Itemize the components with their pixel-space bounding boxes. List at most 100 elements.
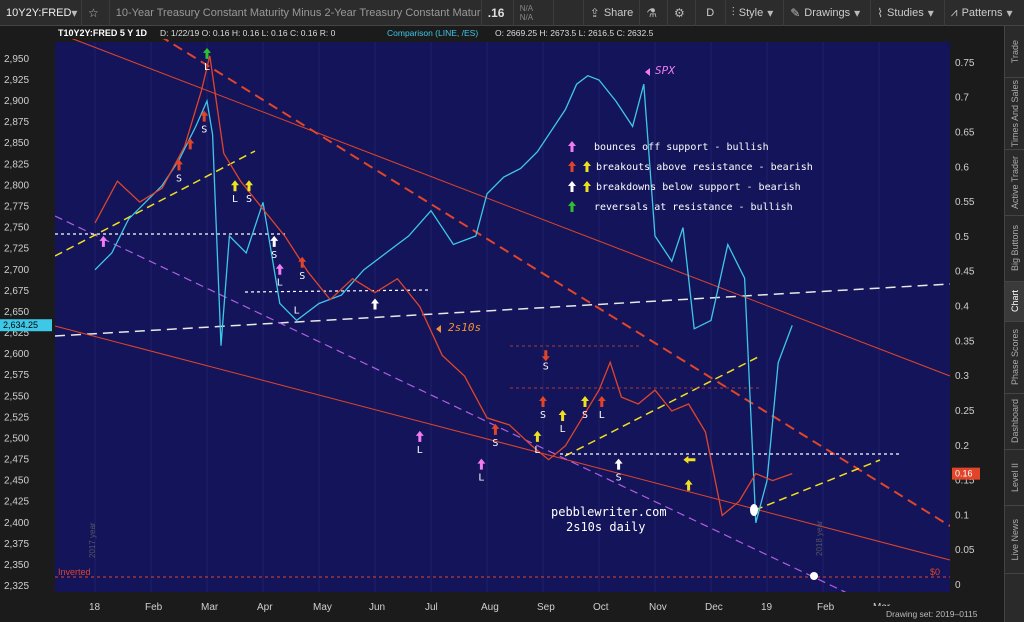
sidebar-tab-label: Times And Sales [1010,79,1020,148]
signal-letter: S [201,125,207,136]
left-tick-label: 2,400 [4,518,29,529]
header-comp-ohlc: O: 2669.25 H: 2673.5 L: 2616.5 C: 2632.5 [495,28,654,38]
signal-letter: S [492,438,498,449]
legend-label: reversals at resistance - bullish [594,202,793,213]
header-ohlc: D: 1/22/19 O: 0.16 H: 0.16 L: 0.16 C: 0.… [160,28,336,38]
subtitle-label: 2s10s daily [566,520,645,534]
spx-current-value: 2,634.25 [3,320,38,330]
share-button[interactable]: ⇪ Share [584,0,641,26]
sidebar-tab[interactable]: Big Buttons [1005,216,1024,282]
left-tick-label: 2,850 [4,138,29,149]
signal-letter: L [232,194,238,205]
sidebar-tab[interactable]: Times And Sales [1005,78,1024,150]
x-tick-label: Sep [537,602,555,613]
star-icon: ☆ [88,5,99,20]
right-tick-label: 0.7 [955,93,969,104]
left-tick-label: 2,700 [4,265,29,276]
left-tick-label: 2,350 [4,560,29,571]
period-button[interactable]: D [696,0,726,26]
left-tick-label: 2,475 [4,455,29,466]
sidebar-tab[interactable]: Chart [1005,282,1024,322]
low-dot-marker [750,504,758,516]
right-tick-label: 0.3 [955,371,969,382]
right-tick-label: 0.4 [955,302,969,313]
yield-current-value: 0.16 [955,469,973,479]
share-label: Share [603,6,634,19]
spx-label: SPX [655,64,676,77]
period-label: D [706,6,715,19]
sidebar-tab-label: Big Buttons [1010,225,1020,272]
right-tick-label: 0.45 [955,267,975,278]
symbol-text: 10Y2Y:FRED [6,6,72,19]
left-tick-label: 2,750 [4,223,29,234]
signal-letter: L [294,306,300,317]
right-tick-label: 0.1 [955,510,969,521]
sidebar-tab-label: Live News [1010,518,1020,561]
drawings-label: Drawings [804,6,851,19]
sidebar-tab[interactable]: Dashboard [1005,394,1024,450]
year17-label: 2017 year [88,522,97,558]
app-window: 10Y2Y:FRED ▾ ☆ 10-Year Treasury Constant … [0,0,1024,622]
sidebar-tab[interactable]: Level II [1005,450,1024,506]
signal-letter: S [299,271,305,282]
patterns-button[interactable]: ⩘ Patterns ▾ [945,0,1023,26]
sidebar-tab[interactable]: Live News [1005,506,1024,574]
x-tick-label: May [313,602,332,613]
left-tick-label: 2,925 [4,75,29,86]
patterns-icon: ⩘ [950,5,958,19]
inverted-label: Inverted [58,567,91,577]
sidebar-tab[interactable]: Trade [1005,26,1024,78]
star-button[interactable]: ☆ [82,0,110,26]
left-tick-label: 2,450 [4,476,29,487]
last-value: .16 [482,0,514,26]
left-tick-label: 2,950 [4,54,29,65]
low-dot-marker-2 [810,572,818,580]
blank-cell [554,0,584,26]
sidebar-tab-label: Level II [1010,462,1020,493]
left-tick-label: 2,800 [4,180,29,191]
signal-letter: S [540,410,546,421]
left-tick-label: 2,575 [4,370,29,381]
plot-background [55,42,950,592]
right-tick-label: 0.65 [955,128,975,139]
left-tick-label: 2,375 [4,539,29,550]
chart-area[interactable]: SSLL SSLSLLLSLSSLS LS 2,3252,3502,3752,400… [0,26,1004,622]
signal-letter: L [478,473,484,484]
settings-button[interactable]: ⚙ [668,0,696,26]
na-1: N/A [519,3,534,13]
signal-letter: S [616,473,622,484]
symbol-field[interactable]: 10Y2Y:FRED ▾ [0,0,82,26]
studies-button[interactable]: ⌇ Studies ▾ [871,0,945,26]
header-symbol: T10Y2Y:FRED 5 Y 1D [58,28,148,38]
right-tick-label: 0.75 [955,58,975,69]
left-tick-label: 2,650 [4,307,29,318]
x-tick-label: 18 [89,602,101,613]
style-button[interactable]: ⫶ Style ▾ [726,0,785,26]
x-tick-label: Apr [257,602,273,613]
right-tick-label: 0 [955,580,961,591]
x-tick-label: Aug [481,602,499,613]
x-tick-label: Feb [817,602,835,613]
sidebar-tab[interactable]: Phase Scores [1005,322,1024,394]
x-tick-label: Feb [145,602,163,613]
right-sidebar: Trade Times And Sales Active Trader Big But… [1004,26,1024,622]
x-tick-label: Jun [369,602,385,613]
chevron-down-icon: ▾ [927,5,934,20]
candles-icon: ⫶ [731,5,735,19]
legend-label: breakouts above resistance - bearish [596,162,813,173]
signal-letter: S [582,410,588,421]
signal-letter: S [246,194,252,205]
studies-icon: ⌇ [877,5,884,20]
signal-letter: S [176,173,182,184]
sidebar-tab[interactable]: Active Trader [1005,150,1024,216]
drawings-button[interactable]: ✎ Drawings ▾ [784,0,872,26]
right-tick-label: 0.5 [955,232,969,243]
right-tick-label: 0.2 [955,441,969,452]
legend-label: bounces off support - bullish [594,142,769,153]
drawing-set-label: Drawing set: 2019–0115 [886,609,978,619]
left-tick-label: 2,525 [4,412,29,423]
x-tick-label: Mar [201,602,219,613]
flask-button[interactable]: ⚗ [640,0,668,26]
right-tick-label: 0.55 [955,197,975,208]
left-tick-label: 2,600 [4,349,29,360]
